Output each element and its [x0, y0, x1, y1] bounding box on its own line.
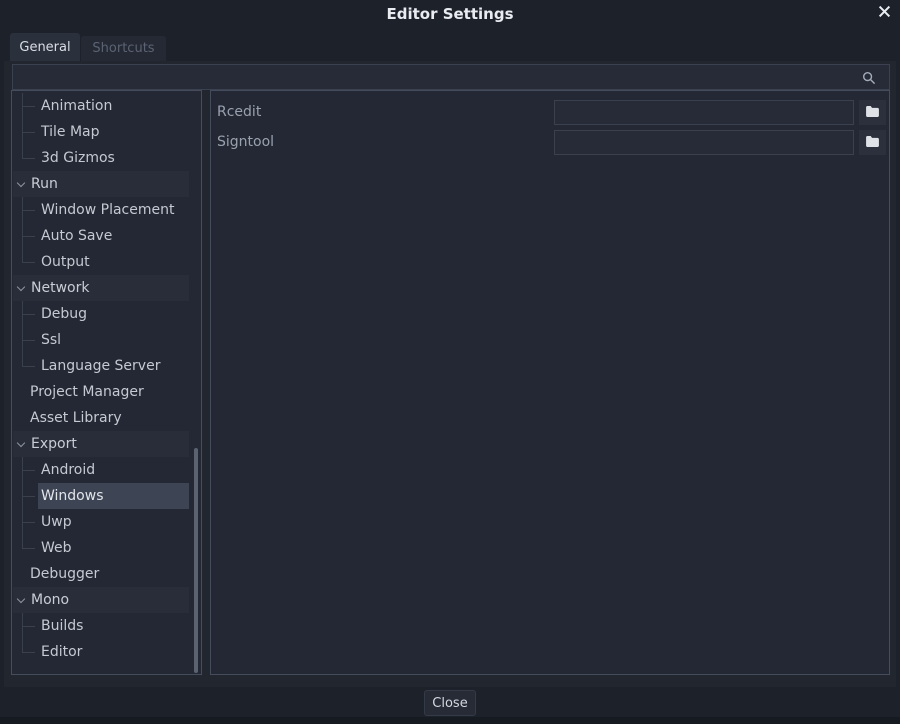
tree-item-auto-save[interactable]: Auto Save: [13, 223, 189, 249]
tab-general[interactable]: General: [10, 33, 80, 61]
tree-item-label: Debugger: [30, 566, 99, 582]
tree-item-uwp[interactable]: Uwp: [13, 509, 189, 535]
tree-item-label: Editor: [41, 644, 82, 660]
tree-section-label: Mono: [31, 592, 69, 608]
settings-tree-panel: Animation Tile Map 3d Gizmos Run Window …: [11, 90, 202, 675]
close-button-label: Close: [432, 696, 467, 711]
tree-item-label: Asset Library: [30, 410, 122, 426]
tree-item-web[interactable]: Web: [13, 535, 189, 561]
page-title: Editor Settings: [0, 5, 900, 23]
tree-section-network[interactable]: Network: [13, 275, 189, 301]
tree-item-label: Project Manager: [30, 384, 144, 400]
settings-tree: Animation Tile Map 3d Gizmos Run Window …: [13, 93, 189, 665]
tree-item-android[interactable]: Android: [13, 457, 189, 483]
tree-section-mono[interactable]: Mono: [13, 587, 189, 613]
tree-item-label: Auto Save: [41, 228, 112, 244]
rcedit-path-input[interactable]: [554, 100, 854, 125]
signtool-browse-button[interactable]: [859, 130, 886, 155]
tree-item-windows[interactable]: Windows: [13, 483, 189, 509]
tree-item-language-server[interactable]: Language Server: [13, 353, 189, 379]
tree-item-asset-library[interactable]: Asset Library: [13, 405, 189, 431]
tree-section-label: Network: [31, 280, 89, 296]
tree-item-label: Window Placement: [41, 202, 175, 218]
tree-item-editor[interactable]: Editor: [13, 639, 189, 665]
tree-item-label: Android: [41, 462, 95, 478]
tab-shortcuts[interactable]: Shortcuts: [81, 36, 166, 61]
tree-item-label: Uwp: [41, 514, 72, 530]
tree-item-window-placement[interactable]: Window Placement: [13, 197, 189, 223]
tree-item-debugger[interactable]: Debugger: [13, 561, 189, 587]
search-bar: [12, 64, 890, 90]
search-input[interactable]: [13, 65, 889, 89]
close-button[interactable]: Close: [424, 690, 476, 716]
tree-item-output[interactable]: Output: [13, 249, 189, 275]
property-label: Signtool: [217, 130, 274, 155]
folder-icon: [866, 105, 879, 120]
tree-scrollbar-thumb[interactable]: [194, 448, 198, 673]
properties-panel: Rcedit Signtool: [210, 90, 890, 675]
tree-item-ssl[interactable]: Ssl: [13, 327, 189, 353]
tree-item-label: Language Server: [41, 358, 160, 374]
tree-section-export[interactable]: Export: [13, 431, 189, 457]
tab-shortcuts-label: Shortcuts: [92, 41, 154, 56]
tab-general-label: General: [19, 40, 70, 55]
tree-item-label: Ssl: [41, 332, 61, 348]
tree-item-debug[interactable]: Debug: [13, 301, 189, 327]
tree-item-label: Windows: [41, 488, 104, 504]
tree-item-3d-gizmos[interactable]: 3d Gizmos: [13, 145, 189, 171]
signtool-path-input[interactable]: [554, 130, 854, 155]
tree-item-label: Debug: [41, 306, 87, 322]
tree-section-run[interactable]: Run: [13, 171, 189, 197]
tree-item-label: Animation: [41, 98, 112, 114]
close-icon: [878, 3, 891, 22]
search-icon: [862, 70, 876, 84]
tree-item-label: Builds: [41, 618, 83, 634]
tree-section-label: Export: [31, 436, 77, 452]
tree-item-builds[interactable]: Builds: [13, 613, 189, 639]
tree-item-project-manager[interactable]: Project Manager: [13, 379, 189, 405]
property-label: Rcedit: [217, 100, 261, 125]
property-row-signtool: Signtool: [215, 130, 889, 155]
chevron-down-icon[interactable]: [16, 283, 26, 293]
chevron-down-icon[interactable]: [16, 595, 26, 605]
tree-item-label: Output: [41, 254, 90, 270]
tree-item-label: 3d Gizmos: [41, 150, 115, 166]
rcedit-browse-button[interactable]: [859, 100, 886, 125]
folder-icon: [866, 135, 879, 150]
close-window-button[interactable]: [875, 3, 893, 21]
property-row-rcedit: Rcedit: [215, 100, 889, 125]
tree-section-label: Run: [31, 176, 58, 192]
tree-item-label: Web: [41, 540, 72, 556]
tree-item-animation[interactable]: Animation: [13, 93, 189, 119]
tree-item-tile-map[interactable]: Tile Map: [13, 119, 189, 145]
window-bottom-edge: [0, 717, 900, 724]
chevron-down-icon[interactable]: [16, 439, 26, 449]
chevron-down-icon[interactable]: [16, 179, 26, 189]
tree-item-label: Tile Map: [41, 124, 100, 140]
